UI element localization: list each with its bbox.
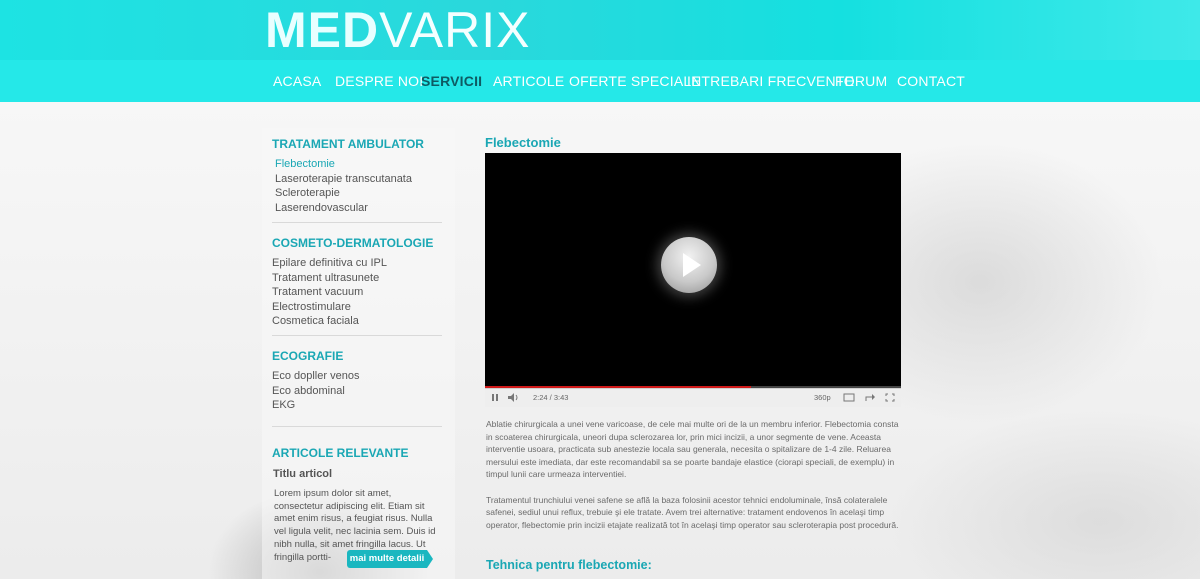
nav-item-oferte-speciale[interactable]: OFERTE SPECIALE	[569, 73, 701, 89]
sidebar-item-flebectomie[interactable]: Flebectomie	[275, 157, 442, 172]
sidebar-item-scleroterapie[interactable]: Scleroterapie	[275, 186, 442, 201]
sidebar-item-laserendovascular[interactable]: Laserendovascular	[275, 201, 442, 216]
section-subtitle: Tehnica pentru flebectomie:	[486, 558, 652, 572]
sidebar-item-epilare[interactable]: Epilare definitiva cu IPL	[272, 256, 442, 271]
article-body: Ablatie chirurgicala a unei vene varicoa…	[486, 418, 906, 544]
sidebar-item-eco-abdominal[interactable]: Eco abdominal	[272, 384, 442, 399]
fullscreen-icon[interactable]	[885, 393, 895, 402]
sidebar: TRATAMENT AMBULATOR Flebectomie Laserote…	[262, 128, 455, 579]
volume-icon[interactable]	[507, 393, 521, 402]
nav-item-servicii[interactable]: SERVICII	[421, 73, 482, 89]
sidebar-item-ekg[interactable]: EKG	[272, 398, 442, 413]
nav-item-despre-noi[interactable]: DESPRE NOI	[335, 73, 423, 89]
sidebar-section-cosmeto: COSMETO-DERMATOLOGIE Epilare definitiva …	[272, 236, 442, 329]
play-icon[interactable]	[661, 237, 717, 293]
sidebar-item-vacuum[interactable]: Tratament vacuum	[272, 285, 442, 300]
sidebar-section-tratament: TRATAMENT AMBULATOR Flebectomie Laserote…	[272, 137, 442, 215]
logo-part-varix: VARIX	[379, 2, 531, 58]
share-icon[interactable]	[865, 393, 875, 402]
video-controls: 2:24 / 3:43 360p	[485, 388, 901, 407]
site-logo[interactable]: MEDVARIX	[265, 4, 530, 56]
section-title: ARTICOLE RELEVANTE	[272, 446, 409, 460]
page-title: Flebectomie	[485, 135, 561, 150]
paragraph: Tratamentul trunchiului venei safene se …	[486, 494, 899, 530]
sidebar-item-electrostimulare[interactable]: Electrostimulare	[272, 300, 442, 315]
sidebar-item-eco-doppler[interactable]: Eco dopller venos	[272, 369, 442, 384]
nav-item-intrebari-frecvente[interactable]: INTREBARI FRECVENTE	[687, 73, 854, 89]
sidebar-item-ultrasunete[interactable]: Tratament ultrasunete	[272, 271, 442, 286]
miniplayer-icon[interactable]	[843, 393, 855, 402]
sidebar-section-ecografie: ECOGRAFIE Eco dopller venos Eco abdomina…	[272, 349, 442, 413]
main-content: Flebectomie 2:24 / 3:43 360p Ablatie chi…	[485, 128, 905, 572]
pause-icon[interactable]	[490, 393, 500, 402]
article-title[interactable]: Titlu articol	[273, 468, 442, 480]
sidebar-item-cosmetica[interactable]: Cosmetica faciala	[272, 314, 442, 329]
section-title: TRATAMENT AMBULATOR	[272, 137, 424, 151]
video-player[interactable]: 2:24 / 3:43 360p	[485, 153, 901, 407]
more-details-button[interactable]: mai multe detalii	[347, 550, 433, 568]
divider	[272, 335, 442, 336]
section-title: COSMETO-DERMATOLOGIE	[272, 236, 434, 250]
section-title: ECOGRAFIE	[272, 349, 344, 363]
main-nav: ACASA DESPRE NOI SERVICII ARTICOLE OFERT…	[0, 60, 1200, 102]
video-time: 2:24 / 3:43	[533, 393, 569, 402]
paragraph: Ablatie chirurgicala a unei vene varicoa…	[486, 419, 899, 480]
logo-part-med: MED	[265, 2, 380, 58]
sidebar-item-laseroterapie[interactable]: Laseroterapie transcutanata	[275, 172, 442, 187]
nav-item-contact[interactable]: CONTACT	[897, 73, 965, 89]
nav-item-articole[interactable]: ARTICOLE	[493, 73, 564, 89]
nav-item-acasa[interactable]: ACASA	[273, 73, 321, 89]
video-quality[interactable]: 360p	[814, 393, 831, 402]
divider	[272, 222, 442, 223]
header: MEDVARIX	[0, 0, 1200, 60]
divider	[272, 426, 442, 427]
nav-item-forum[interactable]: FORUM	[835, 73, 887, 89]
related-articles: ARTICOLE RELEVANTE Titlu articol Lorem i…	[272, 446, 442, 564]
